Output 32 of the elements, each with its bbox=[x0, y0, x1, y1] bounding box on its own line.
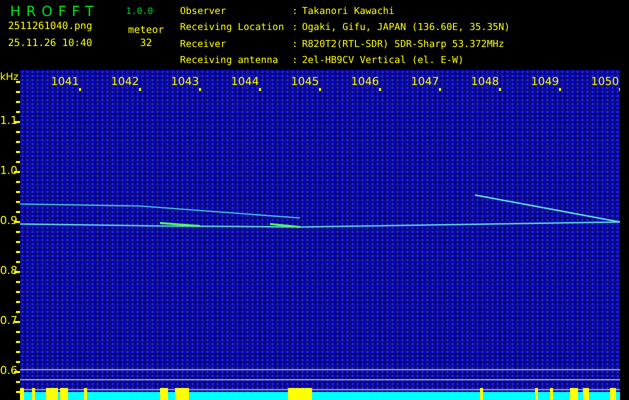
x-axis-label: 1049 bbox=[531, 76, 560, 88]
app-version: 1.0.0 bbox=[126, 6, 154, 19]
meteor-count: 32 bbox=[140, 37, 152, 50]
info-value: Ogaki, Gifu, JAPAN (136.60E, 35.35N) bbox=[302, 21, 510, 36]
x-axis-label: 1046 bbox=[351, 76, 380, 88]
x-axis-label: 1041 bbox=[51, 76, 80, 88]
separator: : bbox=[292, 38, 299, 52]
separator: : bbox=[292, 21, 299, 36]
x-axis-label: 1045 bbox=[291, 76, 320, 88]
info-label: Observer bbox=[180, 5, 228, 19]
x-axis-label: 1044 bbox=[231, 76, 260, 88]
info-label: Receiver bbox=[180, 38, 228, 52]
separator: : bbox=[292, 54, 299, 68]
separator: : bbox=[292, 5, 299, 19]
file-name: 2511261040.png bbox=[8, 20, 94, 33]
info-label: Receiving antenna bbox=[180, 54, 280, 68]
x-axis-label: 1050 bbox=[591, 76, 620, 88]
info-value: Takanori Kawachi bbox=[302, 5, 396, 19]
x-axis-label: 1048 bbox=[471, 76, 500, 88]
x-axis-label: 1047 bbox=[411, 76, 440, 88]
y-axis-label: 0.8 bbox=[0, 265, 18, 277]
info-value: R820T2(RTL-SDR) SDR-Sharp 53.372MHz bbox=[302, 38, 506, 52]
timestamp: 25.11.26 10:40 bbox=[8, 37, 94, 50]
y-axis-label: 1.1 bbox=[0, 115, 18, 127]
meteor-label: meteor bbox=[128, 24, 164, 37]
y-axis-label: 0.7 bbox=[0, 315, 18, 327]
app-title: HROFFT bbox=[10, 4, 100, 20]
info-value: 2el-HB9CV Vertical (el. E-W) bbox=[302, 54, 465, 68]
axis-unit: kHz bbox=[0, 72, 19, 83]
info-label: Receiving Location bbox=[180, 21, 285, 36]
x-axis-label: 1042 bbox=[111, 76, 140, 88]
x-axis-label: 1043 bbox=[171, 76, 200, 88]
